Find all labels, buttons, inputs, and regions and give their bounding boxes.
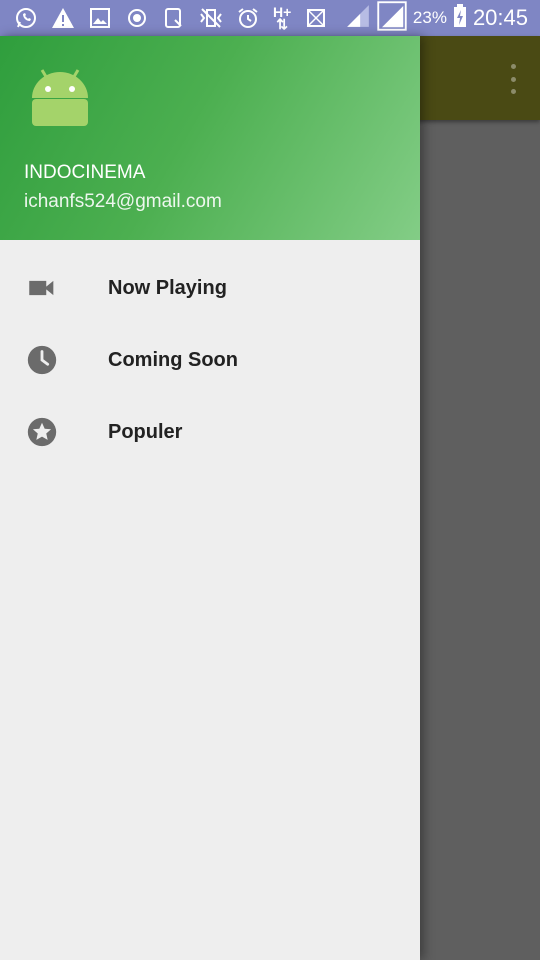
menu-item-label: Coming Soon	[108, 348, 238, 371]
overflow-menu-icon[interactable]	[506, 64, 520, 94]
record-icon	[125, 6, 149, 30]
vibrate-mute-icon	[199, 6, 223, 30]
drawer-header: INDOCINEMA ichanfs524@gmail.com	[0, 36, 420, 240]
menu-item-coming-soon[interactable]: Coming Soon	[0, 324, 420, 396]
menu-item-now-playing[interactable]: Now Playing	[0, 252, 420, 324]
menu-item-populer[interactable]: Populer	[0, 396, 420, 468]
drawer-menu: Now Playing Coming Soon Populer	[0, 240, 420, 468]
menu-item-label: Now Playing	[108, 276, 227, 299]
warning-icon	[51, 6, 75, 30]
image-icon	[88, 6, 112, 30]
clock-time: 20:45	[472, 5, 528, 30]
clock-icon	[24, 342, 60, 378]
alarm-icon	[236, 6, 260, 30]
header-email: ichanfs524@gmail.com	[24, 191, 222, 212]
android-logo-icon	[32, 69, 88, 126]
notification-icons: H+ ⇅	[0, 4, 328, 32]
sim-icon	[304, 6, 328, 30]
navigation-drawer: INDOCINEMA ichanfs524@gmail.com Now Play…	[0, 36, 420, 960]
star-icon	[24, 414, 60, 450]
whatsapp-icon	[14, 6, 38, 30]
menu-item-label: Populer	[108, 420, 183, 443]
videocam-icon	[24, 270, 60, 306]
network-type-label: H+	[273, 4, 292, 20]
status-bar: H+ ⇅ 23% 20:45	[0, 0, 540, 36]
battery-charging-icon	[453, 3, 467, 33]
battery-percent: 23%	[412, 8, 447, 27]
signal-icon	[345, 3, 371, 34]
scrim[interactable]	[420, 120, 540, 960]
signal-icon-2	[377, 0, 407, 36]
header-name: INDOCINEMA	[24, 162, 146, 183]
play-store-icon	[162, 6, 186, 30]
network-type-icon: H+ ⇅	[273, 4, 292, 32]
